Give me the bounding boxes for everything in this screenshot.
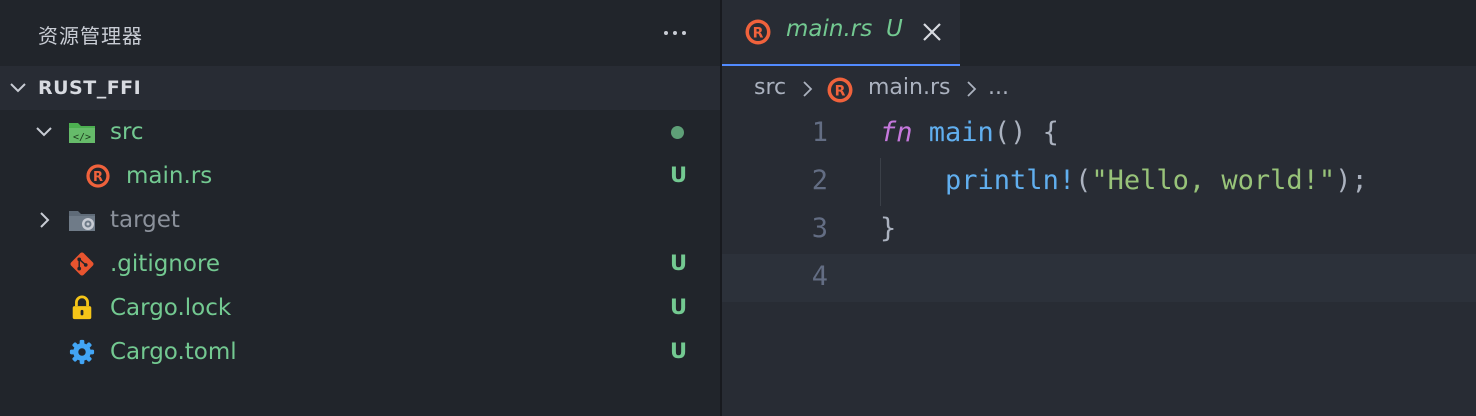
tree-item-main-rs[interactable]: R main.rs U — [0, 154, 720, 198]
tree-item-label: main.rs — [126, 163, 213, 189]
rust-icon: R — [86, 164, 110, 188]
code-token: ( — [1075, 165, 1092, 196]
workspace-section-header[interactable]: RUST_FFI — [0, 66, 720, 110]
tree-item-cargo-toml[interactable]: Cargo.toml U — [0, 330, 720, 374]
tab-bar: R main.rs U — [722, 0, 1476, 66]
svg-text:R: R — [753, 26, 764, 42]
tree-item-label: .gitignore — [110, 251, 221, 277]
ellipsis-dot — [682, 31, 686, 35]
gear-icon — [69, 339, 95, 365]
explorer-title: 资源管理器 — [38, 24, 143, 48]
code-text: println!("Hello, world!"); — [880, 165, 1368, 196]
tree-item-label: src — [110, 119, 144, 145]
code-line[interactable]: 2 println!("Hello, world!"); — [722, 158, 1476, 206]
chevron-right-icon — [40, 212, 50, 228]
editor-pane: R main.rs U src R main.rs ... 1 fn main()… — [722, 0, 1476, 416]
svg-text:R: R — [93, 170, 103, 185]
tree-item-label: Cargo.toml — [110, 339, 237, 365]
ellipsis-icon — [664, 31, 668, 35]
rust-icon: R — [827, 77, 853, 103]
chevron-right-icon — [803, 81, 813, 97]
svg-text:</>: </> — [73, 132, 91, 143]
code-area[interactable]: 1 fn main() { 2 println!("Hello, world!");… — [722, 110, 1476, 416]
modified-dot-indicator — [671, 126, 684, 139]
breadcrumb-file[interactable]: main.rs — [868, 75, 950, 100]
untracked-badge: U — [670, 251, 688, 275]
untracked-badge: U — [670, 163, 688, 187]
tree-item-src[interactable]: </> src — [0, 110, 720, 154]
code-line[interactable]: 1 fn main() { — [722, 110, 1476, 158]
code-line[interactable]: 3} — [722, 206, 1476, 254]
tree-item-cargo-lock[interactable]: Cargo.lock U — [0, 286, 720, 330]
code-token: fn — [880, 117, 913, 148]
code-line[interactable]: 4 — [722, 254, 1476, 302]
explorer-header: 资源管理器 — [0, 0, 720, 66]
tree-item-label: Cargo.lock — [110, 295, 232, 321]
close-icon[interactable] — [920, 20, 944, 44]
code-token: println! — [945, 165, 1076, 196]
ellipsis-dot — [673, 31, 677, 35]
untracked-badge: U — [670, 339, 688, 363]
tab-untracked-badge: U — [886, 16, 903, 42]
line-number: 4 — [811, 261, 828, 292]
line-number: 3 — [811, 213, 828, 244]
code-text: } — [880, 213, 896, 244]
lock-icon — [72, 295, 92, 320]
code-token: "Hello, world!" — [1091, 165, 1336, 196]
line-number: 1 — [811, 117, 828, 148]
chevron-down-icon — [36, 127, 52, 137]
breadcrumb-folder[interactable]: src — [754, 75, 786, 100]
explorer-sidebar: 资源管理器 RUST_FFI </> src R main.rs U targe… — [0, 0, 720, 416]
line-number: 2 — [811, 165, 828, 196]
svg-text:R: R — [835, 84, 846, 100]
chevron-down-icon — [10, 83, 26, 93]
code-token: } — [880, 213, 897, 244]
code-token: ); — [1335, 165, 1368, 196]
tree-item-gitignore[interactable]: .gitignore U — [0, 242, 720, 286]
tab-label: main.rs — [786, 16, 873, 42]
tree-item-target[interactable]: target — [0, 198, 720, 242]
chevron-right-icon — [967, 81, 977, 97]
breadcrumb: src R main.rs ... — [722, 66, 1476, 112]
rust-icon: R — [745, 19, 771, 45]
untracked-badge: U — [670, 295, 688, 319]
workspace-title: RUST_FFI — [38, 77, 142, 99]
more-actions-button[interactable] — [658, 18, 692, 48]
code-token: () { — [993, 117, 1059, 148]
tab-main-rs[interactable]: R main.rs U — [722, 0, 960, 66]
git-icon — [70, 252, 94, 276]
breadcrumb-symbols[interactable]: ... — [988, 75, 1009, 100]
tree-item-label: target — [110, 207, 180, 233]
code-token: main — [928, 117, 994, 148]
folder-src-icon: </> — [69, 123, 95, 143]
folder-target-icon — [69, 211, 95, 231]
code-text: fn main() { — [880, 117, 1059, 148]
